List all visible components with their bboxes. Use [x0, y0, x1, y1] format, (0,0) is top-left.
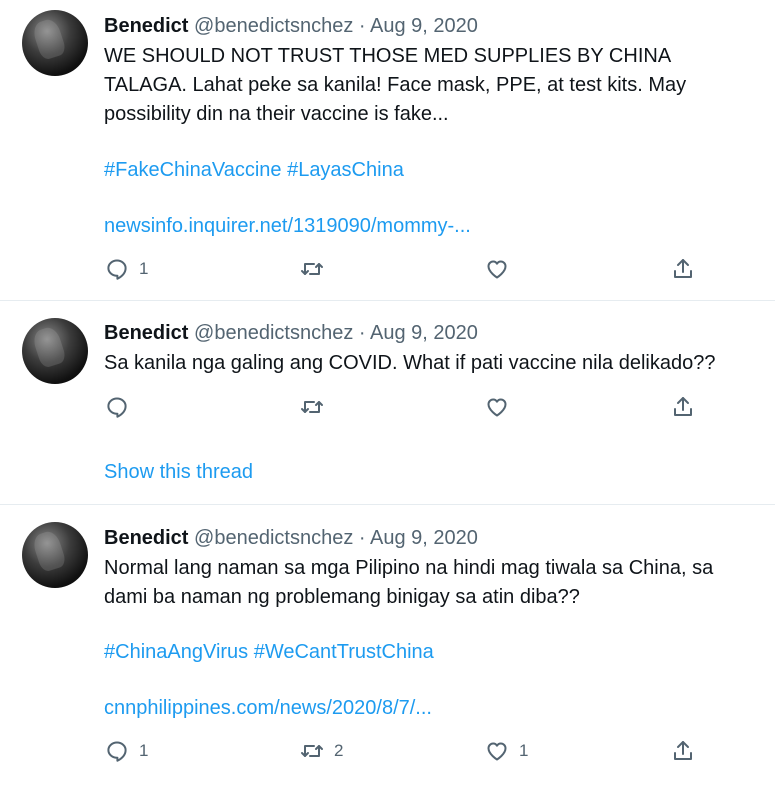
share-button[interactable] [671, 256, 695, 282]
tweet-text: WE SHOULD NOT TRUST THOSE MED SUPPLIES B… [104, 45, 687, 125]
retweet-icon [300, 395, 324, 419]
separator-dot: · [358, 322, 366, 344]
tweet[interactable]: Benedict @benedictsnchez · Aug 9, 2020 W… [0, 0, 775, 300]
author-handle[interactable]: @benedictsnchez [194, 15, 353, 37]
tweet-date[interactable]: Aug 9, 2020 [370, 322, 478, 344]
share-icon [671, 257, 695, 281]
like-button[interactable] [485, 256, 519, 282]
author-handle[interactable]: @benedictsnchez [194, 322, 353, 344]
avatar[interactable] [22, 318, 88, 384]
tweet-link[interactable]: newsinfo.inquirer.net/1319090/mommy-... [104, 214, 471, 238]
author-name[interactable]: Benedict [104, 322, 188, 344]
heart-icon [485, 257, 509, 281]
like-button[interactable] [485, 394, 519, 420]
tweet-date[interactable]: Aug 9, 2020 [370, 527, 478, 549]
reply-count: 1 [139, 259, 149, 278]
tweet-header: Benedict @benedictsnchez · Aug 9, 2020 [104, 14, 478, 38]
author-handle[interactable]: @benedictsnchez [194, 527, 353, 549]
reply-icon [105, 739, 129, 763]
tweet[interactable]: Benedict @benedictsnchez · Aug 9, 2020 N… [0, 504, 775, 800]
retweet-icon [300, 257, 324, 281]
author-name[interactable]: Benedict [104, 527, 188, 549]
tweet-header: Benedict @benedictsnchez · Aug 9, 2020 [104, 526, 478, 550]
like-button[interactable]: 1 [485, 738, 528, 764]
reply-icon [105, 257, 129, 281]
heart-icon [485, 739, 509, 763]
avatar[interactable] [22, 522, 88, 588]
tweet-header: Benedict @benedictsnchez · Aug 9, 2020 [104, 321, 478, 345]
tweet-link[interactable]: cnnphilippines.com/news/2020/8/7/... [104, 696, 432, 720]
retweet-button[interactable] [300, 394, 334, 420]
separator-dot: · [358, 527, 366, 549]
reply-count: 1 [139, 741, 149, 760]
share-icon [671, 739, 695, 763]
share-button[interactable] [671, 394, 695, 420]
share-button[interactable] [671, 738, 695, 764]
avatar[interactable] [22, 10, 88, 76]
tweet-date[interactable]: Aug 9, 2020 [370, 15, 478, 37]
tweet-text: Sa kanila nga galing ang COVID. What if … [104, 352, 716, 374]
show-thread-link[interactable]: Show this thread [104, 460, 253, 484]
retweet-button[interactable] [300, 256, 334, 282]
retweet-icon [300, 739, 324, 763]
reply-button[interactable]: 1 [105, 256, 148, 282]
tweet-text: Normal lang naman sa mga Pilipino na hin… [104, 557, 714, 608]
retweet-button[interactable]: 2 [300, 738, 343, 764]
retweet-count: 2 [334, 741, 344, 760]
reply-button[interactable]: 1 [105, 738, 148, 764]
tweet[interactable]: Benedict @benedictsnchez · Aug 9, 2020 S… [0, 300, 775, 504]
separator-dot: · [358, 15, 366, 37]
tweet-hashtags[interactable]: #ChinaAngVirus #WeCantTrustChina [104, 640, 434, 664]
like-count: 1 [519, 741, 529, 760]
reply-button[interactable] [105, 394, 139, 420]
tweet-hashtags[interactable]: #FakeChinaVaccine #LayasChina [104, 158, 404, 182]
reply-icon [105, 395, 129, 419]
share-icon [671, 395, 695, 419]
heart-icon [485, 395, 509, 419]
author-name[interactable]: Benedict [104, 15, 188, 37]
